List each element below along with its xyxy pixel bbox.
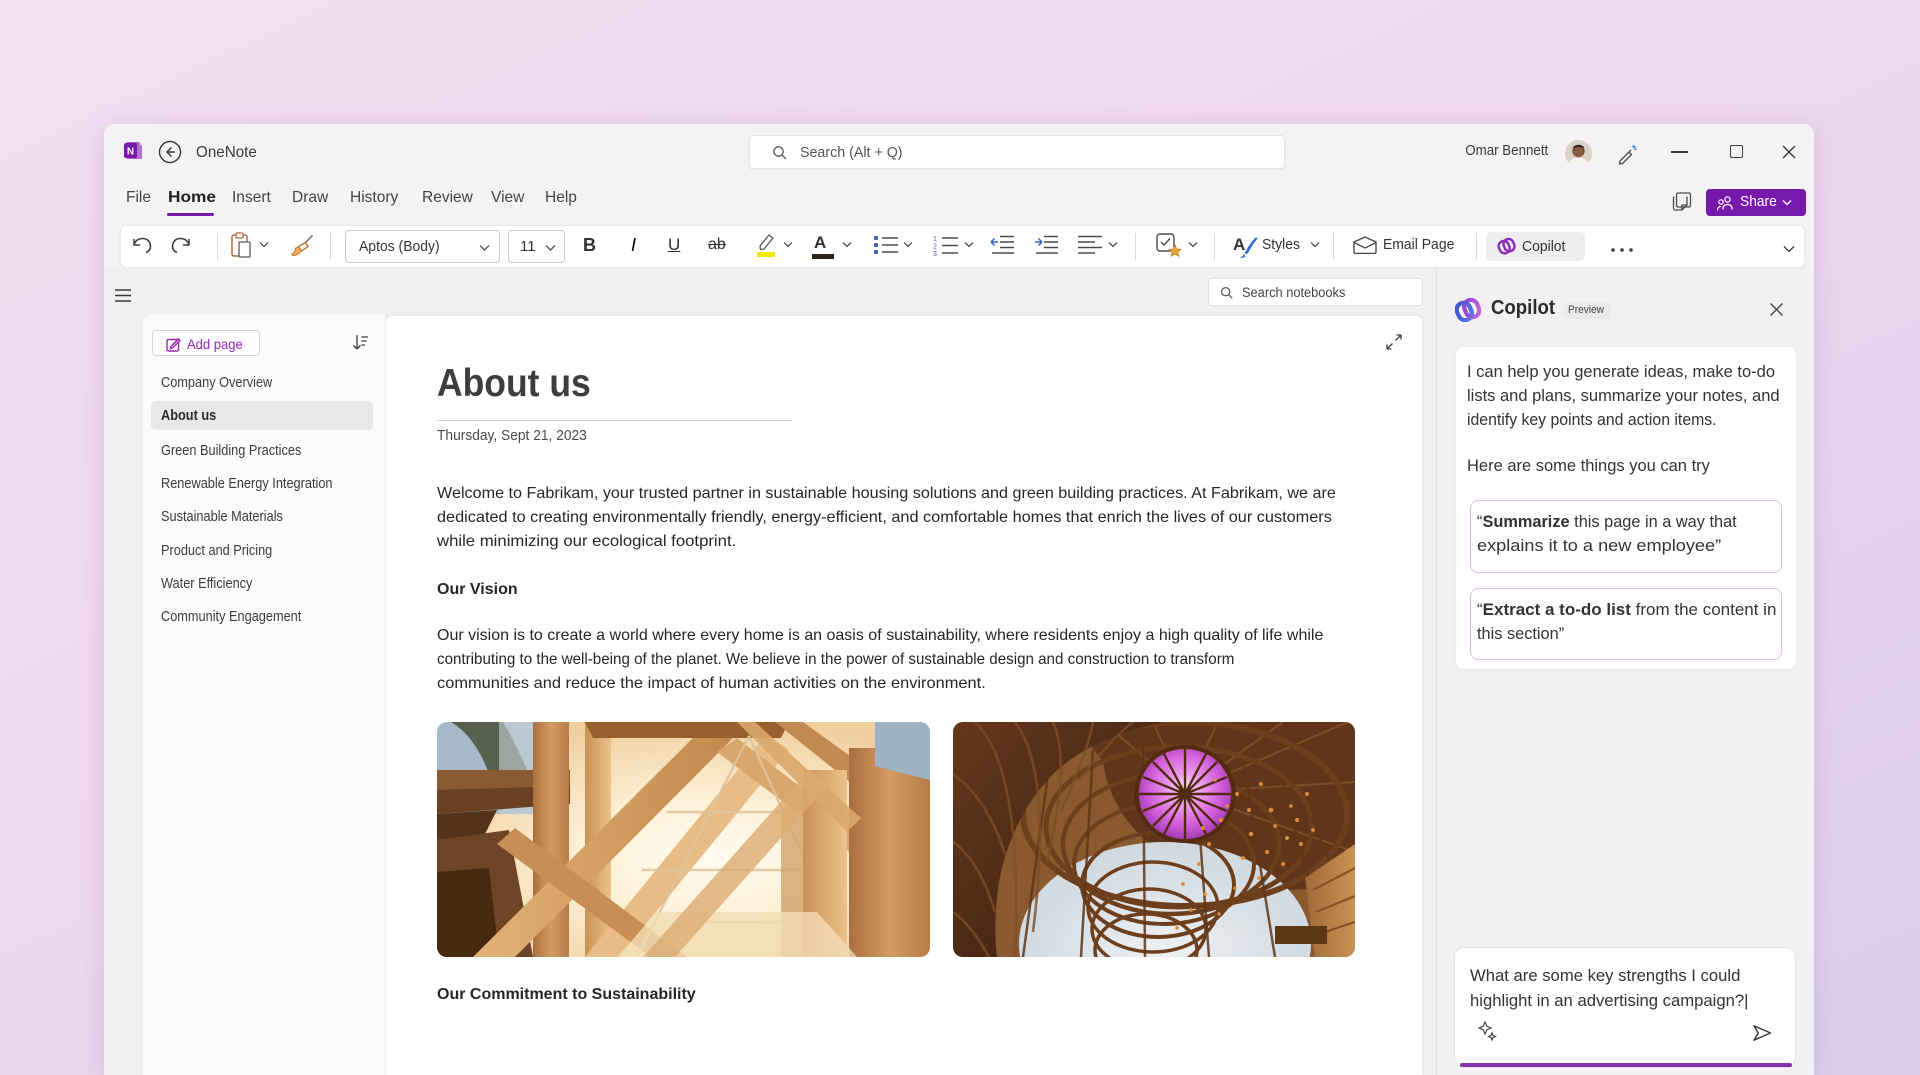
svg-text:2: 2 (933, 244, 937, 251)
svg-text:3: 3 (933, 251, 937, 256)
svg-text:N: N (127, 147, 134, 158)
svg-text:1: 1 (933, 236, 937, 243)
svg-text:A: A (1233, 235, 1245, 254)
